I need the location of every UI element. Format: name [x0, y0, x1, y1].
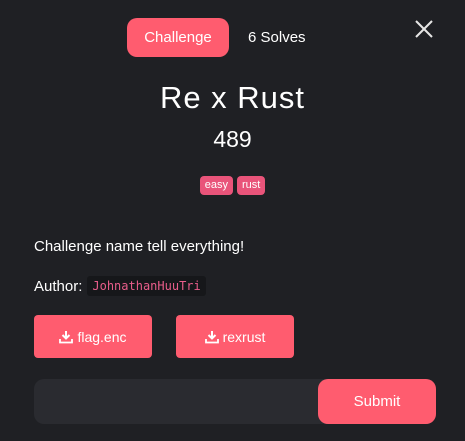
challenge-modal: Challenge 6 Solves Re x Rust 489 easy ru…: [0, 0, 465, 441]
challenge-title: Re x Rust: [159, 80, 306, 115]
download-rexrust-button[interactable]: rexrust: [176, 315, 294, 358]
file-label: rexrust: [222, 328, 266, 345]
download-flag-enc-button[interactable]: flag.enc: [34, 315, 152, 358]
download-icon: [204, 330, 219, 343]
tag-rust: rust: [236, 176, 266, 195]
challenge-points: 489: [213, 126, 252, 152]
tag-list: easy rust: [0, 176, 465, 195]
file-label: flag.enc: [77, 328, 127, 345]
close-icon: [415, 20, 433, 38]
tag-easy: easy: [199, 176, 233, 195]
submit-button[interactable]: Submit: [318, 379, 436, 424]
author-label: Author:: [34, 277, 83, 295]
close-button[interactable]: [413, 18, 435, 40]
download-icon: [59, 330, 74, 343]
author-name: JohnathanHuuTri: [87, 276, 206, 296]
tab-solves[interactable]: 6 Solves: [232, 18, 322, 57]
flag-input[interactable]: [34, 379, 318, 424]
author-line: Author: JohnathanHuuTri: [34, 276, 206, 296]
flag-submit-row: Submit: [34, 379, 436, 424]
challenge-description: Challenge name tell everything!: [34, 238, 245, 255]
modal-tabs: Challenge 6 Solves: [127, 18, 322, 57]
tab-challenge[interactable]: Challenge: [127, 18, 229, 57]
